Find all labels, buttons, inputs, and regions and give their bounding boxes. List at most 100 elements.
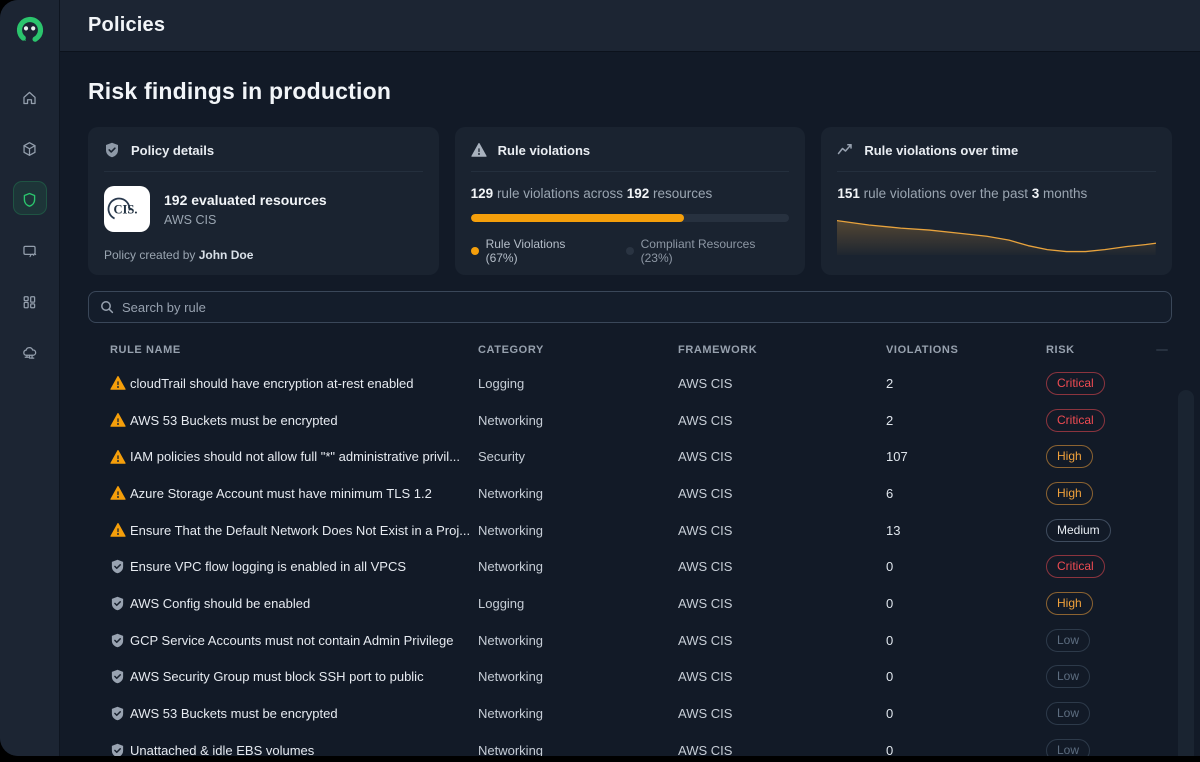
rule-violations-count: 13 bbox=[886, 523, 1046, 538]
rule-framework: AWS CIS bbox=[678, 449, 886, 464]
row-dash bbox=[1156, 492, 1176, 494]
shield-check-icon bbox=[110, 669, 130, 684]
device-code-icon bbox=[21, 241, 38, 258]
policy-details-body: CIS. 192 evaluated resources AWS CIS bbox=[104, 186, 423, 232]
table-scrollbar[interactable] bbox=[1178, 390, 1194, 756]
top-bar: Policies bbox=[60, 0, 1200, 52]
card-title: Rule violations bbox=[498, 143, 590, 158]
rule-name: IAM policies should not allow full "*" a… bbox=[130, 449, 478, 464]
table-row[interactable]: cloudTrail should have encryption at-res… bbox=[88, 365, 1172, 402]
warning-icon bbox=[110, 522, 130, 538]
col-framework: FRAMEWORK bbox=[678, 344, 886, 356]
cube-icon bbox=[21, 139, 38, 156]
rule-violations-count: 0 bbox=[886, 633, 1046, 648]
rule-name: Azure Storage Account must have minimum … bbox=[130, 486, 478, 501]
risk-cell: Medium bbox=[1046, 519, 1156, 542]
sidebar-item-inventory[interactable] bbox=[13, 130, 47, 164]
table-row[interactable]: AWS 53 Buckets must be encrypted Network… bbox=[88, 695, 1172, 732]
table-row[interactable]: Azure Storage Account must have minimum … bbox=[88, 475, 1172, 512]
policy-created: Policy created by John Doe bbox=[104, 248, 423, 262]
table-row[interactable]: AWS Security Group must block SSH port t… bbox=[88, 659, 1172, 696]
shield-check-icon bbox=[104, 142, 121, 159]
row-dash bbox=[1156, 639, 1176, 641]
rule-framework: AWS CIS bbox=[678, 413, 886, 428]
rule-framework: AWS CIS bbox=[678, 596, 886, 611]
over-time-stat: 151 rule violations over the past 3 mont… bbox=[837, 186, 1156, 201]
rule-name: AWS Security Group must block SSH port t… bbox=[130, 669, 478, 684]
shield-check-icon bbox=[110, 633, 130, 648]
table-row[interactable]: GCP Service Accounts must not contain Ad… bbox=[88, 622, 1172, 659]
risk-badge: Critical bbox=[1046, 372, 1105, 395]
divider bbox=[471, 171, 790, 172]
sidebar-item-policies[interactable] bbox=[13, 181, 47, 215]
col-category: CATEGORY bbox=[478, 344, 678, 356]
risk-cell: Critical bbox=[1046, 372, 1156, 395]
grid-icon bbox=[21, 292, 38, 309]
rule-name: AWS 53 Buckets must be encrypted bbox=[130, 706, 478, 721]
risk-badge: Critical bbox=[1046, 409, 1105, 432]
rule-category: Networking bbox=[478, 523, 678, 538]
sidebar-nav bbox=[13, 79, 47, 368]
rule-category: Networking bbox=[478, 743, 678, 756]
legend-rule-violations: Rule Violations (67%) bbox=[471, 237, 600, 265]
sidebar-item-home[interactable] bbox=[13, 79, 47, 113]
shield-icon bbox=[21, 190, 38, 207]
search-bar bbox=[88, 291, 1172, 323]
row-dash bbox=[1156, 566, 1176, 568]
table-header: RULE NAME CATEGORY FRAMEWORK VIOLATIONS … bbox=[88, 335, 1172, 365]
evaluated-resources: 192 evaluated resources bbox=[164, 192, 327, 208]
findings-table: RULE NAME CATEGORY FRAMEWORK VIOLATIONS … bbox=[88, 335, 1172, 756]
policy-author: John Doe bbox=[199, 248, 254, 262]
risk-cell: Low bbox=[1046, 629, 1156, 652]
risk-cell: Critical bbox=[1046, 409, 1156, 432]
row-dash bbox=[1156, 602, 1176, 604]
card-title: Rule violations over time bbox=[864, 143, 1018, 158]
cloud-icon bbox=[21, 343, 38, 360]
cis-logo-text: CIS. bbox=[114, 203, 138, 217]
risk-cell: Low bbox=[1046, 665, 1156, 688]
risk-cell: High bbox=[1046, 482, 1156, 505]
main-area: Policies Risk findings in production Pol… bbox=[60, 0, 1200, 756]
table-row[interactable]: AWS 53 Buckets must be encrypted Network… bbox=[88, 402, 1172, 439]
table-row[interactable]: AWS Config should be enabled Logging AWS… bbox=[88, 585, 1172, 622]
sidebar-item-cloud[interactable] bbox=[13, 334, 47, 368]
row-dash bbox=[1156, 382, 1176, 384]
rule-violations-count: 0 bbox=[886, 743, 1046, 756]
rule-name: Unattached & idle EBS volumes bbox=[130, 743, 478, 756]
rule-framework: AWS CIS bbox=[678, 376, 886, 391]
row-dash bbox=[1156, 713, 1176, 715]
rule-category: Networking bbox=[478, 559, 678, 574]
violations-stat: 129 rule violations across 192 resources bbox=[471, 186, 790, 201]
app-title: Policies bbox=[88, 14, 165, 37]
sidebar-item-code[interactable] bbox=[13, 232, 47, 266]
table-body: cloudTrail should have encryption at-res… bbox=[88, 365, 1172, 756]
violations-progress-fill bbox=[471, 214, 685, 222]
violations-over-time-header: Rule violations over time bbox=[837, 142, 1156, 159]
risk-badge: High bbox=[1046, 482, 1093, 505]
brand-logo-icon[interactable] bbox=[12, 13, 48, 49]
warning-icon bbox=[110, 412, 130, 428]
divider bbox=[104, 171, 423, 172]
risk-cell: Critical bbox=[1046, 555, 1156, 578]
sidebar-item-apps[interactable] bbox=[13, 283, 47, 317]
risk-cell: High bbox=[1046, 445, 1156, 468]
warning-icon bbox=[471, 142, 488, 159]
rule-category: Networking bbox=[478, 486, 678, 501]
rule-category: Logging bbox=[478, 596, 678, 611]
rule-category: Networking bbox=[478, 413, 678, 428]
search-input[interactable] bbox=[122, 300, 1160, 315]
rule-framework: AWS CIS bbox=[678, 559, 886, 574]
table-row[interactable]: Ensure VPC flow logging is enabled in al… bbox=[88, 548, 1172, 585]
rule-category: Networking bbox=[478, 633, 678, 648]
rule-category: Networking bbox=[478, 669, 678, 684]
rule-name: AWS Config should be enabled bbox=[130, 596, 478, 611]
table-row[interactable]: IAM policies should not allow full "*" a… bbox=[88, 438, 1172, 475]
table-row[interactable]: Unattached & idle EBS volumes Networking… bbox=[88, 732, 1172, 756]
rule-violations-card: Rule violations 129 rule violations acro… bbox=[455, 127, 806, 275]
risk-badge: Medium bbox=[1046, 519, 1111, 542]
legend-compliant-resources: Compliant Resources (23%) bbox=[626, 237, 790, 265]
table-row[interactable]: Ensure That the Default Network Does Not… bbox=[88, 512, 1172, 549]
rule-name: Ensure That the Default Network Does Not… bbox=[130, 523, 478, 538]
legend-dot-compliant bbox=[626, 247, 634, 255]
rule-name: cloudTrail should have encryption at-res… bbox=[130, 376, 478, 391]
